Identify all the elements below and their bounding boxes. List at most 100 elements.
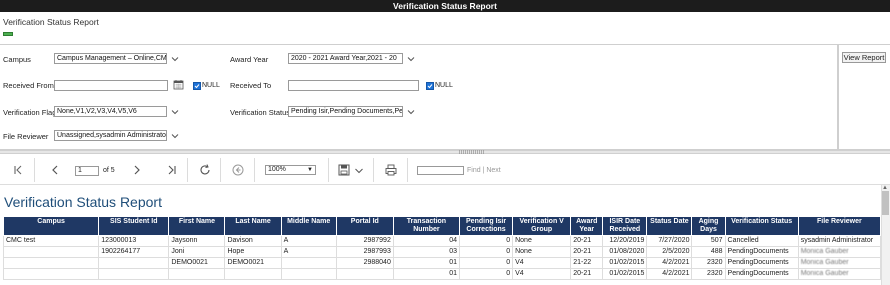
received-from-null-checkbox[interactable] [193, 82, 201, 90]
chevron-down-icon[interactable] [407, 108, 415, 116]
cell-aging-days: 488 [691, 246, 726, 258]
find-controls: Find | Next [467, 167, 501, 174]
cell-verification-group: V4 [512, 268, 572, 280]
chevron-down-icon[interactable] [171, 55, 179, 63]
cell-campus [2, 257, 100, 269]
received-to-input[interactable] [288, 80, 419, 91]
cell-award-year: 20-21 [570, 235, 604, 247]
find-separator: | [482, 167, 485, 174]
column-header: Pending Isir Corrections [458, 216, 514, 236]
verification-status-label: Verification Status [230, 108, 291, 117]
caret-down-icon: ▼ [307, 167, 313, 173]
cell-award-year: 20-21 [570, 268, 604, 280]
report-table: Campus SIS Student Id First Name Last Na… [2, 216, 882, 280]
view-report-button[interactable]: View Report [842, 52, 886, 63]
save-icon[interactable] [337, 163, 351, 177]
calendar-icon[interactable] [173, 79, 184, 90]
verification-flag-label: Verification Flag [3, 108, 57, 117]
cell-portal-id: 2987993 [335, 246, 394, 258]
cell-middle-name [280, 268, 337, 280]
column-header: SIS Student Id [98, 216, 170, 236]
cell-campus [2, 246, 100, 258]
panel-splitter[interactable] [0, 150, 890, 154]
column-header: ISIR Date Received [602, 216, 648, 236]
cell-pending-isir: 0 [458, 257, 514, 269]
cell-verification-group: None [512, 235, 572, 247]
cell-pending-isir: 0 [458, 246, 514, 258]
cell-verification-status: PendingDocuments [724, 257, 799, 269]
last-page-icon[interactable] [165, 163, 179, 177]
column-header: Verification Status [724, 216, 799, 236]
status-indicator [3, 32, 13, 36]
chevron-down-icon[interactable] [407, 55, 415, 63]
toolbar-separator [254, 158, 255, 182]
verification-status-select[interactable]: Pending Isir,Pending Documents,Pe [288, 106, 403, 117]
zoom-select[interactable]: 100% ▼ [265, 165, 316, 175]
cell-pending-isir: 0 [458, 235, 514, 247]
file-reviewer-select[interactable]: Unassigned,sysadmin Administrato [54, 130, 167, 141]
cell-sis-student-id [98, 268, 170, 280]
verification-flag-select[interactable]: None,V1,V2,V3,V4,V5,V6 [54, 106, 167, 117]
chevron-down-icon[interactable] [352, 163, 366, 177]
splitter-grip-icon[interactable] [459, 150, 485, 154]
cell-transaction-number: 01 [392, 257, 461, 269]
cell-status-date: 2/5/2020 [646, 246, 693, 258]
cell-first-name: Joni [168, 246, 226, 258]
award-year-label: Award Year [230, 55, 269, 64]
column-header: Campus [2, 216, 100, 236]
cell-file-reviewer: Monica Gauber [797, 257, 882, 269]
cell-file-reviewer: Monica Gauber [797, 268, 882, 280]
cell-first-name: DEMO0021 [168, 257, 226, 269]
cell-campus: CMC test [2, 235, 100, 247]
cell-last-name [224, 268, 282, 280]
cell-portal-id: 2987992 [335, 235, 394, 247]
cell-first-name: Jaysonn [168, 235, 226, 247]
cell-award-year: 20-21 [570, 246, 604, 258]
next-link[interactable]: Next [486, 167, 500, 174]
cell-middle-name: A [280, 246, 337, 258]
received-to-label: Received To [230, 81, 272, 90]
cell-last-name: Hope [224, 246, 282, 258]
received-from-input[interactable] [54, 80, 168, 91]
cell-aging-days: 507 [691, 235, 726, 247]
campus-label: Campus [3, 55, 31, 64]
scrollbar-thumb[interactable] [882, 191, 889, 215]
find-link[interactable]: Find [467, 167, 481, 174]
chevron-down-icon[interactable] [171, 108, 179, 116]
find-input[interactable] [417, 166, 464, 175]
window-title: Verification Status Report [0, 0, 890, 12]
print-icon[interactable] [384, 163, 398, 177]
page-title: Verification Status Report [3, 17, 99, 27]
back-icon[interactable] [231, 163, 245, 177]
cell-verification-status: PendingDocuments [724, 246, 799, 258]
cell-transaction-number: 01 [392, 268, 461, 280]
table-row: 01 0 V4 20-21 01/02/2015 4/2/2021 2320 P… [2, 268, 882, 280]
cell-first-name [168, 268, 226, 280]
toolbar-separator [407, 158, 408, 182]
cell-verification-group: V4 [512, 257, 572, 269]
page-number-input[interactable]: 1 [75, 166, 99, 176]
cell-sis-student-id: 123000013 [98, 235, 170, 247]
award-year-select[interactable]: 2020 - 2021 Award Year,2021 - 20 [288, 53, 403, 64]
first-page-icon[interactable] [11, 163, 25, 177]
campus-select[interactable]: Campus Management – Online,CM [54, 53, 167, 64]
null-label: NULL [202, 82, 220, 89]
received-to-null-checkbox[interactable] [426, 82, 434, 90]
next-page-icon[interactable] [130, 163, 144, 177]
table-row: DEMO0021 DEMO0021 2988040 01 0 V4 21-22 … [2, 257, 882, 269]
column-header: Aging Days [691, 216, 726, 236]
chevron-down-icon[interactable] [171, 132, 179, 140]
cell-isir-date: 01/02/2015 [602, 257, 648, 269]
cell-file-reviewer: sysadmin Administrator [797, 235, 882, 247]
cell-award-year: 21-22 [570, 257, 604, 269]
refresh-icon[interactable] [198, 163, 212, 177]
previous-page-icon[interactable] [48, 163, 62, 177]
report-title: Verification Status Report [4, 194, 162, 210]
null-label: NULL [435, 82, 453, 89]
column-header: File Reviewer [797, 216, 882, 236]
cell-aging-days: 2320 [691, 257, 726, 269]
cell-middle-name [280, 257, 337, 269]
cell-status-date: 7/27/2020 [646, 235, 693, 247]
cell-sis-student-id [98, 257, 170, 269]
table-header-row: Campus SIS Student Id First Name Last Na… [2, 216, 882, 236]
